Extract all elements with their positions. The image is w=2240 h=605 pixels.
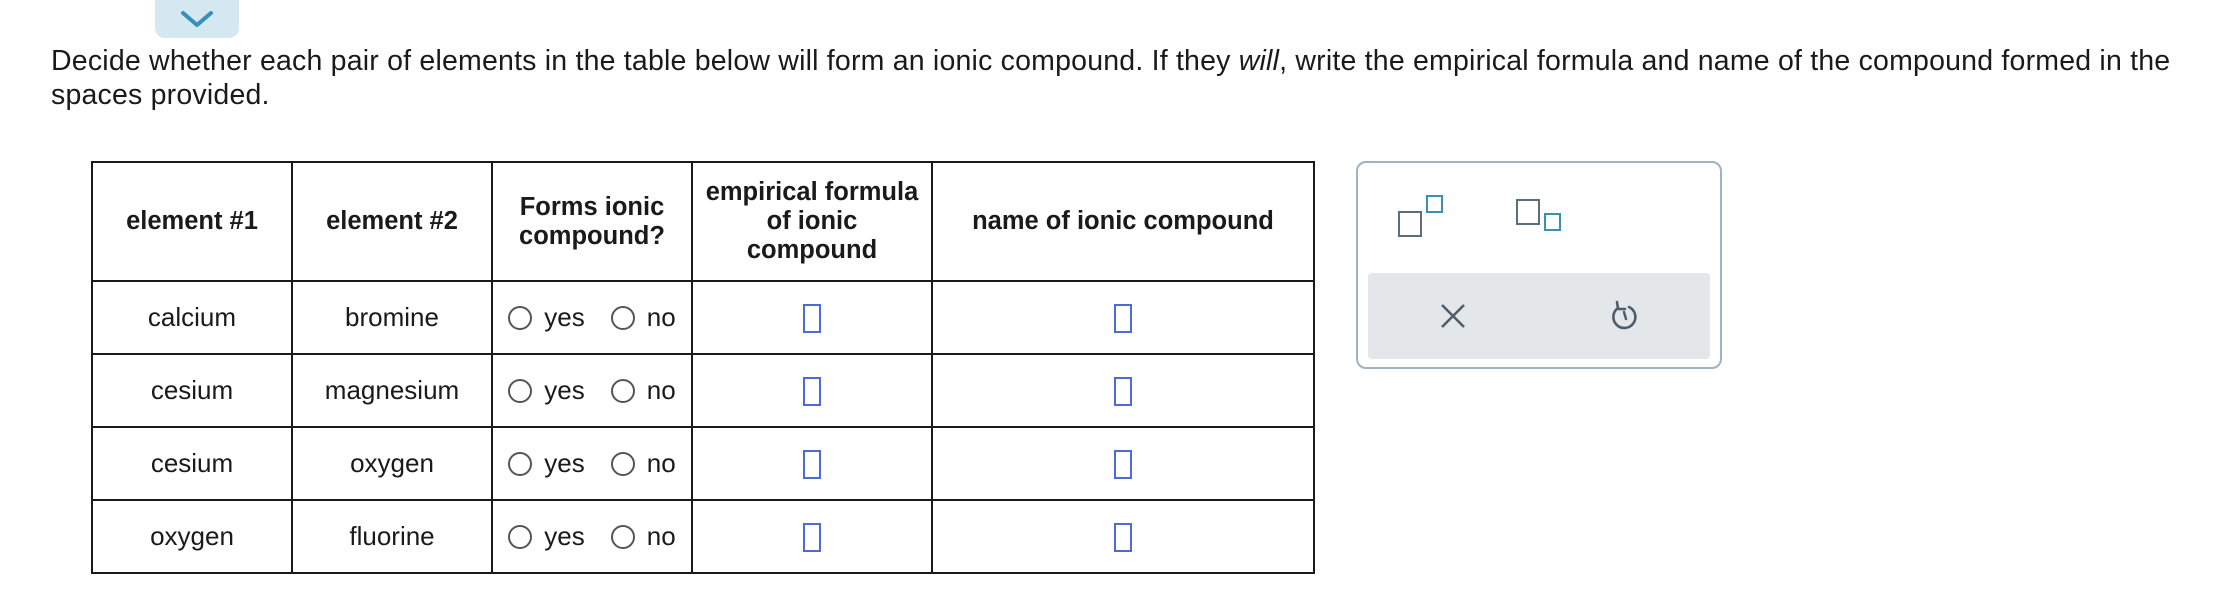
name-cell xyxy=(931,426,1315,501)
radio-yes-circle[interactable] xyxy=(508,451,533,476)
element-2-cell: magnesium xyxy=(291,353,493,428)
collapse-toggle-button[interactable] xyxy=(155,0,239,38)
radio-group: yes no xyxy=(493,375,691,406)
formula-input[interactable] xyxy=(803,523,821,553)
radio-group: yes no xyxy=(493,521,691,552)
table-row: cesium magnesium yes no xyxy=(91,353,1315,428)
header-element-2: element #2 xyxy=(291,161,493,282)
formula-input[interactable] xyxy=(803,377,821,407)
clear-button[interactable] xyxy=(1438,301,1472,335)
element-1-cell: cesium xyxy=(91,426,293,501)
radio-group: yes no xyxy=(493,448,691,479)
name-cell xyxy=(931,280,1315,355)
undo-icon xyxy=(1612,300,1637,330)
radio-no-label: no xyxy=(646,521,676,551)
formula-input[interactable] xyxy=(803,304,821,334)
radio-no-label: no xyxy=(646,448,676,478)
forms-ionic-cell: yes no xyxy=(491,280,693,355)
radio-no[interactable]: no xyxy=(610,521,676,552)
table-row: cesium oxygen yes no xyxy=(91,426,1315,501)
superscript-button[interactable] xyxy=(1398,191,1448,237)
radio-yes-circle[interactable] xyxy=(508,378,533,403)
table-row: calcium bromine yes no xyxy=(91,280,1315,355)
name-cell xyxy=(931,499,1315,574)
table-header-row: element #1 element #2 Forms ionic compou… xyxy=(91,161,1315,282)
instructions-text: Decide whether each pair of elements in … xyxy=(51,45,2171,111)
radio-no-circle[interactable] xyxy=(610,451,635,476)
radio-no-label: no xyxy=(646,375,676,405)
radio-no-circle[interactable] xyxy=(610,378,635,403)
element-2-cell: oxygen xyxy=(291,426,493,501)
header-name: name of ionic compound xyxy=(931,161,1315,282)
header-element-1: element #1 xyxy=(91,161,293,282)
element-1-cell: cesium xyxy=(91,353,293,428)
name-cell xyxy=(931,353,1315,428)
radio-no-label: no xyxy=(646,302,676,332)
forms-ionic-cell: yes no xyxy=(491,499,693,574)
compound-name-input[interactable] xyxy=(1114,523,1132,553)
formula-tool-panel xyxy=(1356,161,1722,369)
forms-ionic-cell: yes no xyxy=(491,353,693,428)
element-1-cell: oxygen xyxy=(91,499,293,574)
radio-no[interactable]: no xyxy=(610,448,676,479)
radio-no[interactable]: no xyxy=(610,375,676,406)
radio-yes[interactable]: yes xyxy=(508,375,585,406)
formula-cell xyxy=(691,280,933,355)
subscript-button[interactable] xyxy=(1516,191,1566,237)
formula-cell xyxy=(691,499,933,574)
formula-cell xyxy=(691,353,933,428)
ionic-compound-table: element #1 element #2 Forms ionic compou… xyxy=(91,161,1315,574)
tool-footer xyxy=(1368,273,1710,359)
element-1-cell: calcium xyxy=(91,280,293,355)
radio-no[interactable]: no xyxy=(610,302,676,333)
radio-yes-label: yes xyxy=(544,448,585,478)
chevron-down-icon xyxy=(181,11,213,27)
radio-yes-label: yes xyxy=(544,521,585,551)
radio-no-circle[interactable] xyxy=(610,305,635,330)
forms-ionic-cell: yes no xyxy=(491,426,693,501)
radio-yes-label: yes xyxy=(544,302,585,332)
element-2-cell: fluorine xyxy=(291,499,493,574)
radio-yes[interactable]: yes xyxy=(508,448,585,479)
close-icon xyxy=(1441,304,1465,328)
radio-yes-circle[interactable] xyxy=(508,524,533,549)
undo-button[interactable] xyxy=(1608,299,1642,335)
radio-yes-circle[interactable] xyxy=(508,305,533,330)
header-forms-ionic: Forms ionic compound? xyxy=(491,161,693,282)
formula-input[interactable] xyxy=(803,450,821,480)
radio-yes[interactable]: yes xyxy=(508,302,585,333)
formula-cell xyxy=(691,426,933,501)
radio-yes[interactable]: yes xyxy=(508,521,585,552)
radio-no-circle[interactable] xyxy=(610,524,635,549)
header-formula: empirical formula of ionic compound xyxy=(691,161,933,282)
table-row: oxygen fluorine yes no xyxy=(91,499,1315,574)
radio-group: yes no xyxy=(493,302,691,333)
compound-name-input[interactable] xyxy=(1114,304,1132,334)
element-2-cell: bromine xyxy=(291,280,493,355)
compound-name-input[interactable] xyxy=(1114,450,1132,480)
radio-yes-label: yes xyxy=(544,375,585,405)
compound-name-input[interactable] xyxy=(1114,377,1132,407)
